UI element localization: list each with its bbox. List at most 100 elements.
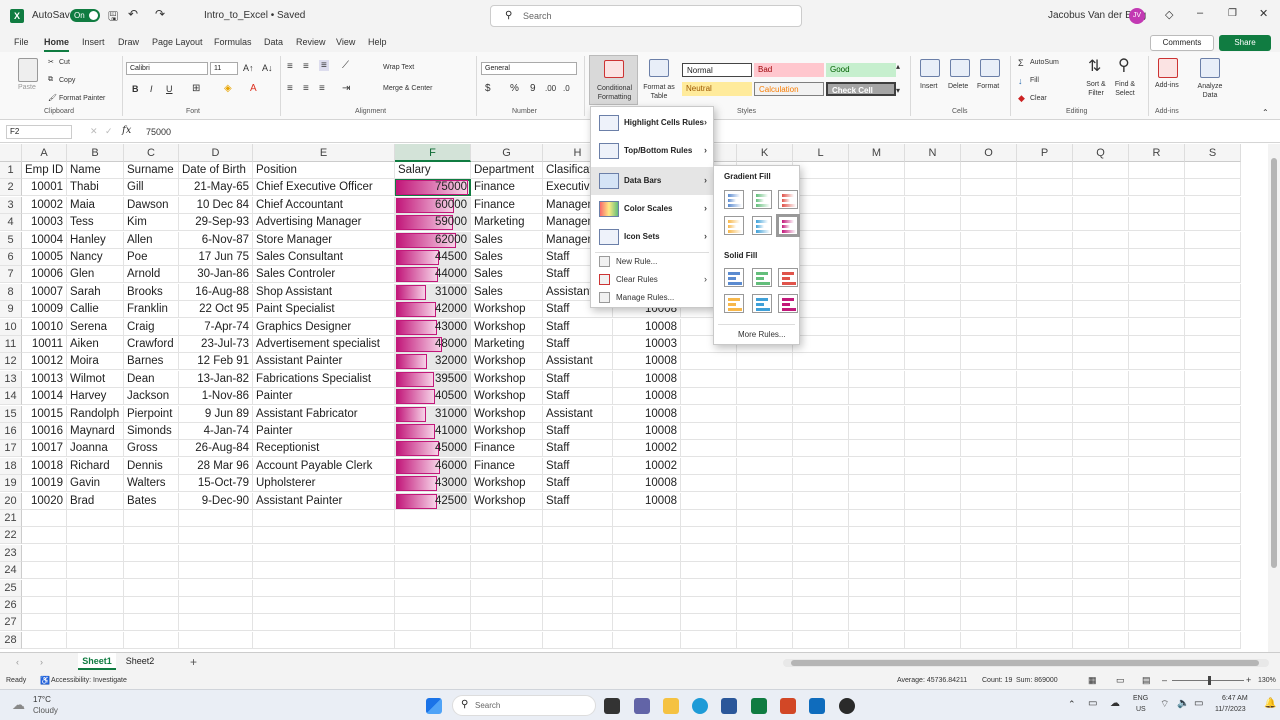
salary-cell[interactable]: 31000: [395, 405, 471, 423]
empty-cell[interactable]: [905, 370, 961, 388]
empty-cell[interactable]: [793, 423, 849, 440]
data-cell[interactable]: Staff: [543, 475, 613, 493]
row-header[interactable]: 26: [0, 597, 22, 614]
fx-icon[interactable]: fx: [122, 125, 131, 136]
empty-cell[interactable]: [961, 492, 1017, 510]
empty-cell[interactable]: [22, 527, 67, 545]
data-cell[interactable]: 10003: [613, 336, 681, 353]
empty-cell[interactable]: [905, 318, 961, 336]
empty-cell[interactable]: [1129, 336, 1185, 353]
sheet-tab[interactable]: Sheet2: [120, 653, 160, 670]
empty-cell[interactable]: [793, 231, 849, 249]
empty-cell[interactable]: [793, 544, 849, 562]
data-cell[interactable]: 6-Nov-87: [179, 231, 253, 249]
data-cell[interactable]: Harvey: [67, 388, 124, 406]
data-cell[interactable]: Staff: [543, 318, 613, 336]
styles-expand-icon[interactable]: ▾: [896, 86, 900, 95]
tray-up-icon[interactable]: ⌃: [1068, 699, 1076, 710]
tab-page-layout[interactable]: Page Layout: [152, 37, 203, 47]
row-header[interactable]: 18: [0, 457, 22, 475]
data-cell[interactable]: 30-Jan-86: [179, 266, 253, 284]
zoom-out-icon[interactable]: –: [1162, 675, 1167, 685]
data-cell[interactable]: Staff: [543, 440, 613, 458]
data-cell[interactable]: 10008: [613, 492, 681, 510]
empty-cell[interactable]: [961, 614, 1017, 632]
empty-cell[interactable]: [1073, 423, 1129, 440]
empty-cell[interactable]: [179, 510, 253, 527]
empty-cell[interactable]: [1185, 544, 1241, 562]
empty-cell[interactable]: [253, 614, 395, 632]
row-header[interactable]: 20: [0, 492, 22, 510]
empty-cell[interactable]: [1073, 162, 1129, 179]
empty-cell[interactable]: [1073, 562, 1129, 580]
data-cell[interactable]: Aiken: [67, 336, 124, 353]
empty-cell[interactable]: [1129, 283, 1185, 301]
align-right-icon[interactable]: ≡: [319, 83, 325, 94]
restore-icon[interactable]: ❐: [1228, 8, 1237, 19]
empty-cell[interactable]: [793, 579, 849, 597]
empty-cell[interactable]: [849, 388, 905, 406]
empty-cell[interactable]: [1129, 249, 1185, 266]
empty-cell[interactable]: [1129, 631, 1185, 649]
data-cell[interactable]: Marketing: [471, 214, 543, 232]
data-cell[interactable]: Account Payable Clerk: [253, 457, 395, 475]
empty-cell[interactable]: [793, 475, 849, 493]
row-header[interactable]: 8: [0, 283, 22, 301]
row-header[interactable]: 24: [0, 562, 22, 580]
data-cell[interactable]: Dean: [124, 370, 179, 388]
undo-icon[interactable]: ↶: [128, 7, 138, 21]
data-cell[interactable]: 10018: [22, 457, 67, 475]
save-icon[interactable]: 🖫: [108, 7, 118, 28]
data-cell[interactable]: Kim: [124, 214, 179, 232]
empty-cell[interactable]: [1017, 336, 1073, 353]
data-cell[interactable]: 10002: [613, 440, 681, 458]
header-cell[interactable]: Surname: [124, 162, 179, 179]
empty-cell[interactable]: [681, 527, 737, 545]
data-cell[interactable]: Moira: [67, 353, 124, 371]
gradient-fill-data-bar-option[interactable]: [724, 216, 744, 235]
empty-cell[interactable]: [613, 510, 681, 527]
data-cell[interactable]: Wilmot: [67, 370, 124, 388]
tab-home[interactable]: Home: [44, 37, 70, 52]
row-header[interactable]: 3: [0, 196, 22, 214]
column-header[interactable]: C: [124, 144, 179, 162]
empty-cell[interactable]: [1073, 492, 1129, 510]
empty-cell[interactable]: [67, 527, 124, 545]
data-cell[interactable]: Workshop: [471, 301, 543, 319]
conditional-formatting-button[interactable]: Conditional Formatting: [589, 55, 638, 105]
empty-cell[interactable]: [1185, 631, 1241, 649]
data-cell[interactable]: Tess: [67, 214, 124, 232]
data-cell[interactable]: 9 Jun 89: [179, 405, 253, 423]
empty-cell[interactable]: [849, 457, 905, 475]
empty-cell[interactable]: [1129, 370, 1185, 388]
empty-cell[interactable]: [793, 527, 849, 545]
empty-cell[interactable]: [543, 544, 613, 562]
empty-cell[interactable]: [961, 597, 1017, 614]
salary-cell[interactable]: 39500: [395, 370, 471, 388]
collapse-ribbon-icon[interactable]: ⌃: [1262, 108, 1269, 117]
data-cell[interactable]: 10017: [22, 440, 67, 458]
empty-cell[interactable]: [1185, 562, 1241, 580]
empty-cell[interactable]: [793, 562, 849, 580]
salary-cell[interactable]: 62000: [395, 231, 471, 249]
empty-cell[interactable]: [961, 162, 1017, 179]
row-header[interactable]: 28: [0, 631, 22, 649]
add-sheet-icon[interactable]: +: [190, 655, 197, 669]
empty-cell[interactable]: [961, 475, 1017, 493]
empty-cell[interactable]: [961, 283, 1017, 301]
salary-cell[interactable]: 41000: [395, 423, 471, 440]
empty-cell[interactable]: [1073, 405, 1129, 423]
empty-cell[interactable]: [1073, 440, 1129, 458]
data-cell[interactable]: Chief Executive Officer: [253, 179, 395, 197]
empty-cell[interactable]: [1017, 631, 1073, 649]
gradient-fill-data-bar-option[interactable]: [724, 190, 744, 209]
row-header[interactable]: 25: [0, 579, 22, 597]
notifications-icon[interactable]: 🔔: [1264, 698, 1276, 709]
empty-cell[interactable]: [849, 179, 905, 197]
empty-cell[interactable]: [471, 579, 543, 597]
data-cell[interactable]: Advertisement specialist: [253, 336, 395, 353]
column-header[interactable]: E: [253, 144, 395, 162]
avatar[interactable]: JV: [1129, 8, 1145, 24]
data-cell[interactable]: Graphics Designer: [253, 318, 395, 336]
empty-cell[interactable]: [849, 336, 905, 353]
